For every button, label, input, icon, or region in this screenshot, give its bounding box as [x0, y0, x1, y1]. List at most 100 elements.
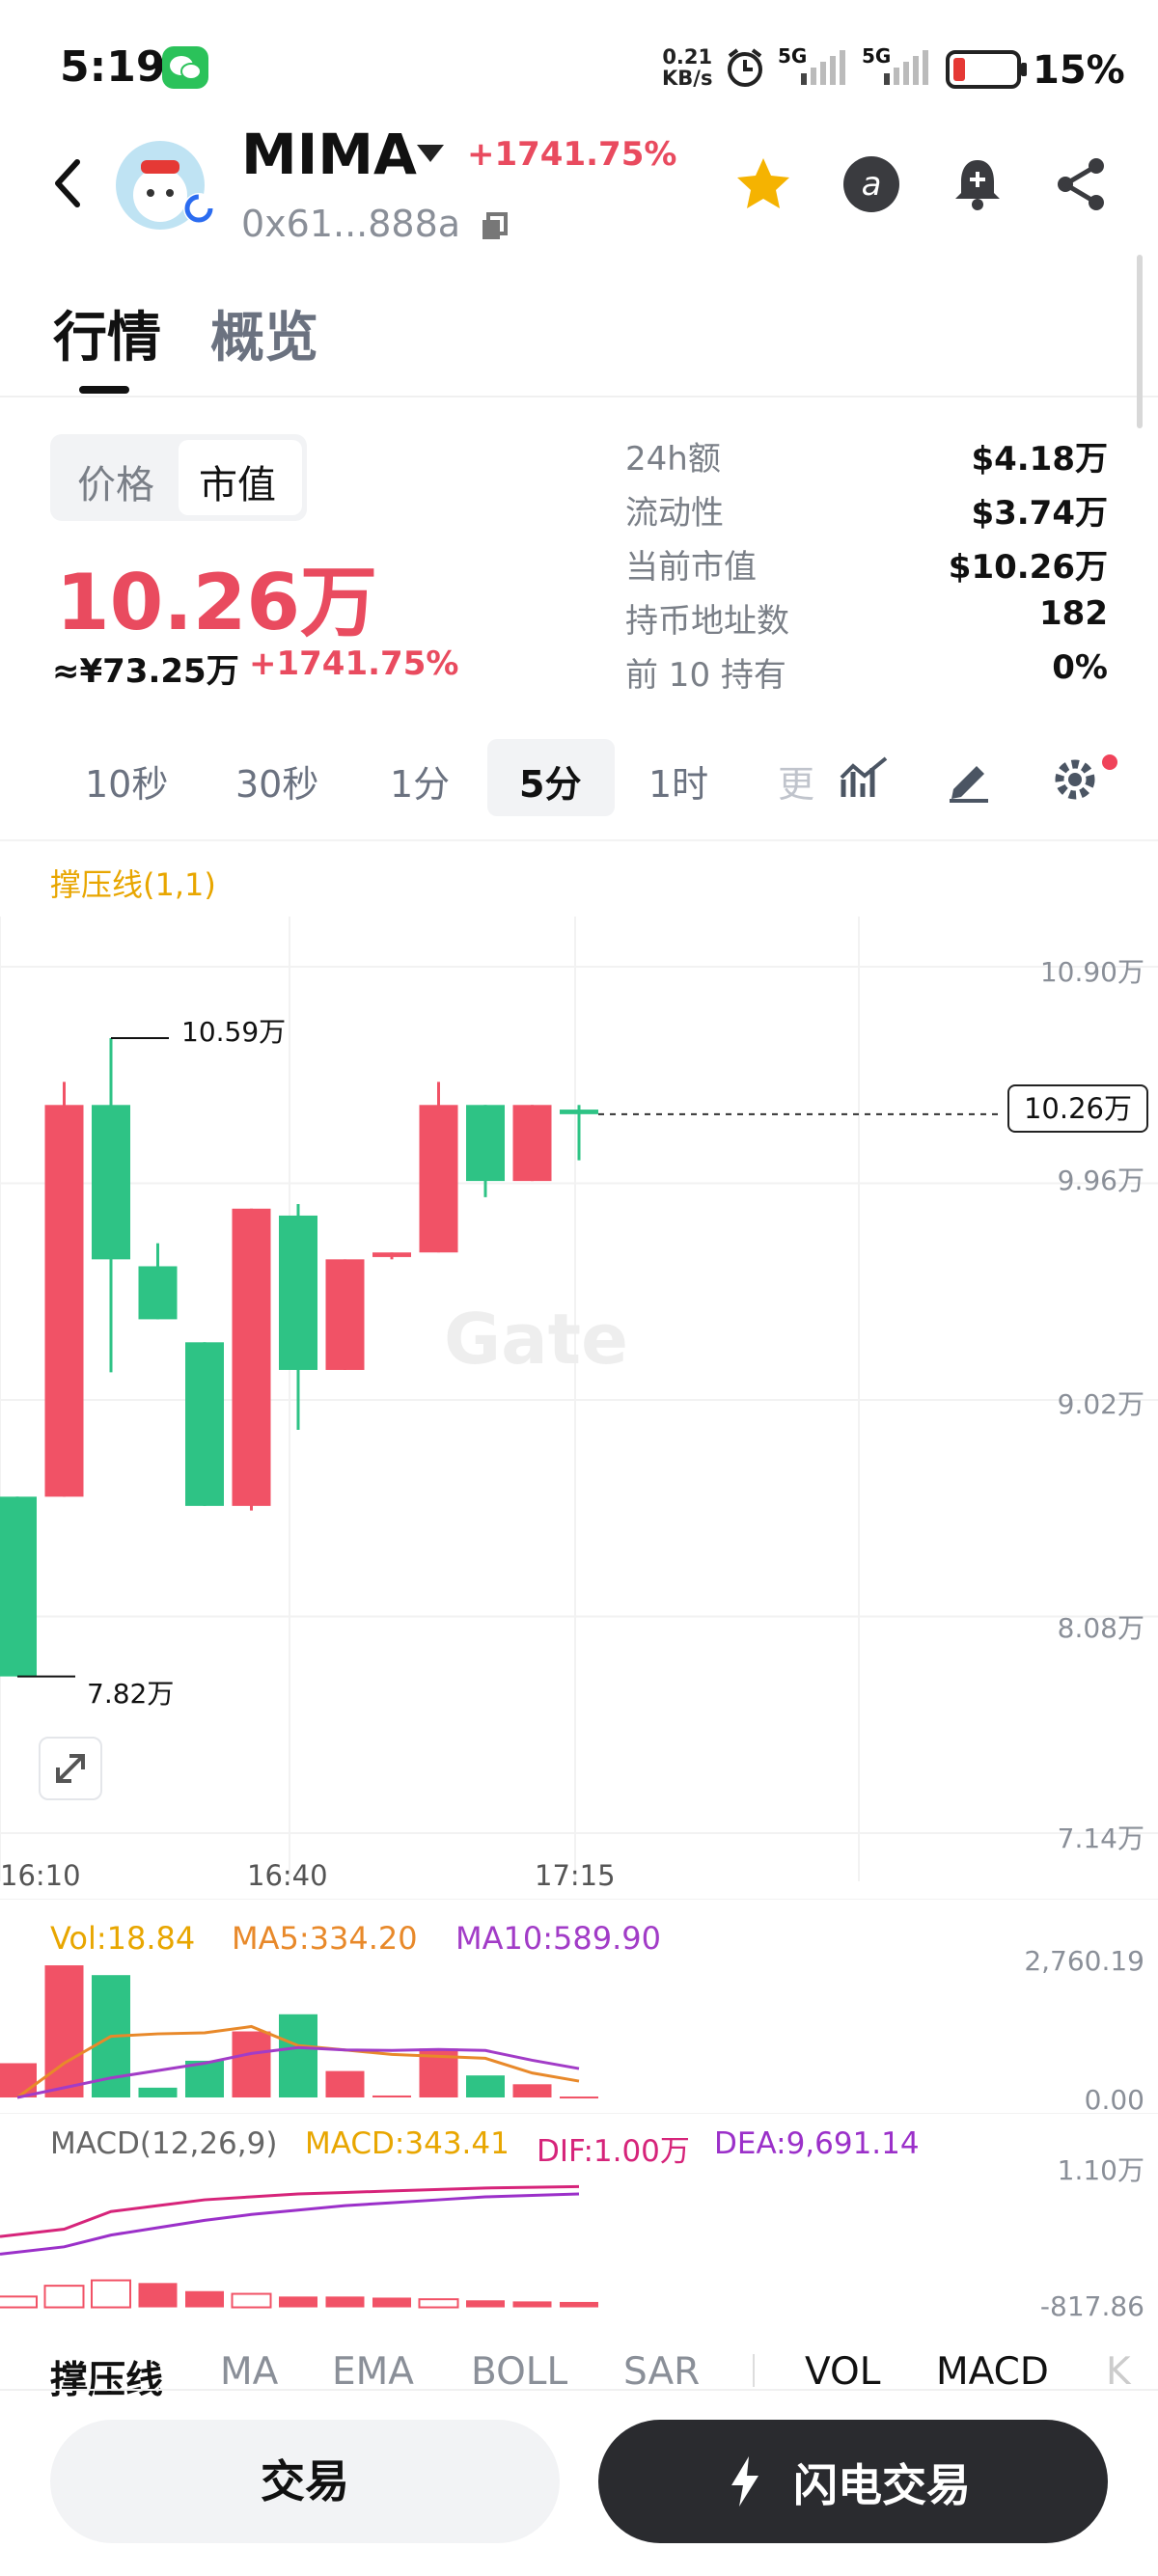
volume-bar	[325, 2070, 365, 2097]
volume-bar	[232, 2031, 271, 2097]
indicator-icon[interactable]	[840, 754, 890, 801]
toggle-price[interactable]: 价格	[77, 453, 154, 509]
candle-body	[560, 1110, 598, 1114]
tab-market[interactable]: 行情	[53, 294, 161, 372]
gate-watermark: Gate	[444, 1299, 628, 1380]
macd-hist-bar	[91, 2279, 131, 2309]
volume-bar	[279, 2014, 317, 2097]
draw-icon[interactable]	[944, 753, 994, 803]
volume-bar	[512, 2084, 552, 2097]
low-label: 7.82万	[87, 1678, 175, 1710]
y-axis-label: 10.90万	[1039, 956, 1144, 988]
candle-body	[419, 1105, 458, 1253]
tab-overview[interactable]: 概览	[210, 294, 318, 372]
expand-chart-button[interactable]	[39, 1737, 102, 1800]
interval-5m[interactable]: 5分	[519, 754, 581, 808]
token-dropdown-icon[interactable]	[417, 145, 444, 162]
macd-hist-bar	[43, 2285, 85, 2309]
interval-more[interactable]: 更	[778, 754, 814, 808]
indicator-tab-ema[interactable]: EMA	[332, 2350, 414, 2394]
battery-icon	[946, 50, 1027, 89]
candle-body	[138, 1266, 178, 1320]
macd-hist-bar	[560, 2301, 598, 2308]
macd-hist-bar	[325, 2296, 365, 2308]
indicator-tab-vol[interactable]: VOL	[805, 2350, 880, 2394]
back-icon[interactable]	[48, 154, 87, 212]
network-speed: 0.21 KB/s	[662, 45, 713, 90]
candle-body	[44, 1105, 84, 1497]
volume-bar	[44, 1965, 84, 2097]
x-axis-label: 16:40	[247, 1859, 328, 1892]
interval-30s[interactable]: 30秒	[235, 754, 318, 808]
indicator-tab-ma[interactable]: MA	[220, 2350, 278, 2394]
y-axis-label: 7.14万	[1057, 1822, 1144, 1854]
candle-body	[279, 1215, 317, 1370]
indicator-tab-support[interactable]: 撑压线	[50, 2350, 163, 2404]
stat-value: $3.74万	[971, 494, 1108, 533]
candle-body	[0, 1496, 37, 1677]
stat-value: $4.18万	[971, 440, 1108, 479]
macd-hist-bar	[372, 2297, 411, 2308]
high-label: 10.59万	[181, 1016, 287, 1048]
dea-line	[0, 2192, 580, 2256]
bell-add-icon[interactable]	[948, 154, 1007, 214]
lightning-icon	[731, 2456, 758, 2507]
stat-label: 前 10 持有	[625, 656, 786, 695]
interval-1m[interactable]: 1分	[390, 754, 450, 808]
divider	[0, 839, 1158, 841]
interval-10s[interactable]: 10秒	[85, 754, 168, 808]
indicator-divider	[753, 2354, 755, 2387]
candle-body	[325, 1259, 365, 1370]
stat-value: 182	[1039, 594, 1108, 633]
toggle-mcap[interactable]: 市值	[199, 453, 276, 509]
stat-label: 流动性	[625, 494, 724, 533]
candle-body	[185, 1342, 224, 1506]
x-axis-label: 16:10	[0, 1859, 81, 1892]
y-axis-label: 8.08万	[1057, 1612, 1144, 1644]
overlay-indicator-label: 撑压线(1,1)	[50, 866, 216, 903]
trade-button[interactable]: 交易	[50, 2420, 560, 2543]
main-value: 10.26万	[56, 558, 378, 647]
alarm-icon	[728, 48, 762, 87]
star-icon[interactable]	[733, 154, 793, 214]
macd-hist-bar	[185, 2290, 224, 2308]
indicator-tab-k[interactable]: K	[1106, 2350, 1131, 2394]
candlestick-chart[interactable]	[0, 917, 1158, 1881]
token-change-pct: +1741.75%	[467, 135, 677, 174]
stat-label: 当前市值	[625, 548, 757, 587]
volume-bar	[466, 2075, 505, 2097]
tab-underline	[79, 386, 129, 394]
y-axis-label: 9.02万	[1057, 1388, 1144, 1420]
candle-body	[512, 1105, 552, 1182]
scrollbar[interactable]	[1137, 255, 1143, 428]
macd-hist-bar	[466, 2300, 505, 2308]
indicator-tab-macd[interactable]: MACD	[936, 2350, 1049, 2394]
volume-chart[interactable]	[0, 1899, 1158, 2111]
token-address: 0x61...888a	[241, 203, 461, 245]
change-pct: +1741.75%	[249, 644, 459, 683]
volume-bar	[372, 2095, 411, 2097]
at-icon[interactable]: a	[841, 154, 901, 214]
macd-hist-bar	[0, 2295, 38, 2309]
candle-body	[232, 1208, 271, 1506]
status-time: 5:19	[60, 42, 166, 92]
current-price-tag: 10.26万	[1007, 1084, 1148, 1133]
candle-body	[466, 1105, 505, 1182]
cny-value: ≈¥73.25万	[52, 652, 239, 691]
token-name[interactable]: MIMA	[241, 122, 417, 187]
stat-label: 24h额	[625, 440, 721, 479]
macd-hist-bar	[512, 2301, 552, 2308]
volume-bar	[0, 2063, 37, 2097]
chain-badge-icon	[183, 193, 214, 224]
signal-icon	[801, 50, 845, 85]
candle-body	[372, 1252, 411, 1257]
indicator-tab-boll[interactable]: BOLL	[471, 2350, 567, 2394]
stat-value: $10.26万	[948, 548, 1108, 587]
copy-icon[interactable]	[479, 210, 511, 243]
indicator-tab-sar[interactable]: SAR	[623, 2350, 700, 2394]
macd-chart[interactable]	[0, 2113, 1158, 2329]
share-icon[interactable]	[1052, 154, 1112, 214]
y-axis-label: 9.96万	[1057, 1165, 1144, 1196]
interval-1h[interactable]: 1时	[648, 754, 708, 808]
settings-icon[interactable]	[1050, 753, 1117, 807]
